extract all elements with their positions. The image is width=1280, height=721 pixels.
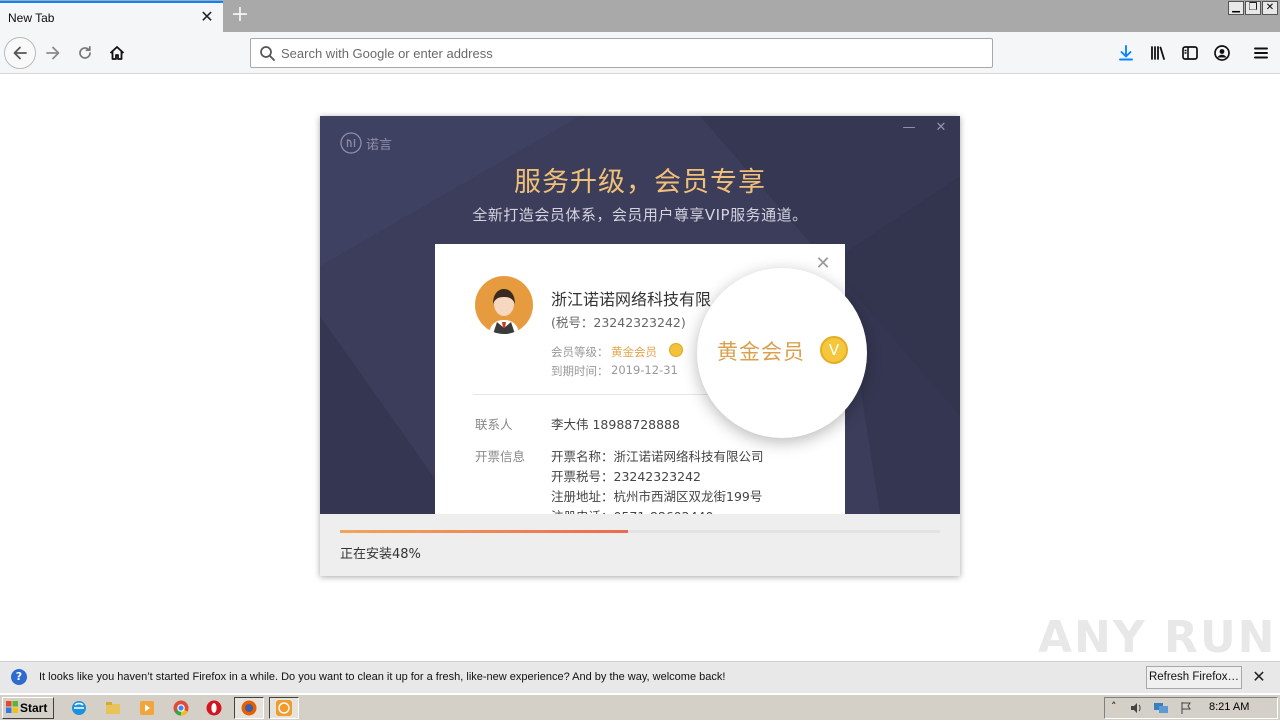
tray-expand-icon[interactable]: ˄	[1111, 700, 1117, 713]
window-minimize-button[interactable]: ▁	[1228, 1, 1244, 15]
home-icon	[109, 46, 125, 60]
nuoyan-logo-icon	[340, 132, 362, 154]
address-bar[interactable]	[250, 38, 993, 68]
download-icon	[1119, 45, 1133, 61]
expire-date-value: 2019-12-31	[611, 363, 678, 377]
media-player-icon[interactable]	[138, 699, 156, 717]
start-button[interactable]: Start	[2, 697, 54, 719]
tab-close-button[interactable]: ✕	[196, 6, 218, 28]
installer-window: 诺言 — ✕ 服务升级，会员专享 全新打造会员体系，会员用户尊享VIP服务通道。…	[320, 116, 960, 576]
chrome-icon[interactable]	[172, 699, 190, 717]
account-button[interactable]	[1206, 37, 1238, 69]
invoice-name: 开票名称：浙江诺诺网络科技有限公司	[551, 449, 764, 464]
menu-button[interactable]	[1245, 37, 1277, 69]
invoice-phone: 注册电话：0571-88602440	[551, 506, 713, 514]
volume-icon[interactable]	[1129, 701, 1143, 715]
refresh-firefox-button[interactable]: Refresh Firefox…	[1146, 666, 1242, 689]
card-close-icon: ✕	[815, 253, 831, 274]
avatar	[475, 276, 533, 334]
opera-icon[interactable]	[205, 699, 223, 717]
menu-icon	[1254, 47, 1268, 59]
member-level-label: 会员等级：	[551, 345, 609, 359]
windows-flag-icon	[6, 701, 18, 713]
member-level-value: 黄金会员	[611, 345, 657, 359]
tab-bar: New Tab ✕ + ▁ ❐ ✕	[0, 0, 1280, 32]
invoice-info-label: 开票信息	[475, 449, 526, 464]
magnifier-bubble: 黄金会员 V	[697, 268, 867, 438]
window-restore-button[interactable]: ❐	[1245, 1, 1261, 15]
tax-number: (税号：23242323242)	[551, 315, 686, 330]
home-button[interactable]	[101, 37, 133, 69]
clock: 8:21 AM	[1209, 701, 1250, 713]
notification-close-button[interactable]: ✕	[1250, 667, 1268, 687]
window-close-button[interactable]: ✕	[1262, 1, 1278, 15]
expire-date-label: 到期时间：	[551, 364, 609, 378]
contact-label: 联系人	[475, 417, 513, 432]
system-tray: ˄ 8:21 AM	[1104, 697, 1278, 719]
internet-explorer-icon[interactable]	[70, 699, 88, 717]
firefox-icon	[241, 700, 257, 716]
action-center-flag-icon[interactable]	[1179, 701, 1193, 715]
bubble-level-text: 黄金会员	[717, 340, 805, 364]
vip-badge-icon	[669, 343, 683, 357]
search-icon	[260, 46, 275, 61]
app-logo-text: 诺言	[366, 137, 393, 153]
installer-close-button[interactable]: ✕	[934, 120, 948, 138]
tab-title: New Tab	[8, 11, 55, 25]
network-icon[interactable]	[1153, 701, 1169, 715]
reload-button[interactable]	[69, 37, 101, 69]
forward-button[interactable]	[37, 37, 69, 69]
nuoyan-app-icon	[276, 700, 292, 716]
taskbar-nuoyan-installer[interactable]	[269, 697, 299, 719]
downloads-button[interactable]	[1110, 37, 1142, 69]
sidebar-button[interactable]	[1174, 37, 1206, 69]
app-logo: 诺言	[340, 132, 392, 154]
invoice-address: 注册地址：杭州市西湖区双龙街199号	[551, 489, 763, 504]
start-label: Start	[20, 701, 48, 715]
taskbar-firefox[interactable]	[234, 697, 264, 719]
search-input[interactable]	[281, 39, 981, 67]
install-progress-bar	[340, 530, 940, 533]
installer-minimize-button[interactable]: —	[902, 120, 916, 138]
navigation-toolbar	[0, 32, 1280, 74]
hero-title: 服务升级，会员专享	[514, 167, 766, 198]
taskbar: Start ˄ 8:21 AM	[0, 694, 1280, 720]
notification-text: It looks like you haven’t started Firefo…	[39, 671, 726, 683]
new-tab-button[interactable]: +	[228, 4, 252, 28]
tab-new-tab[interactable]: New Tab ✕	[0, 1, 223, 32]
contact-value: 李大伟 18988728888	[551, 417, 680, 432]
user-avatar-icon	[489, 289, 519, 334]
company-name: 浙江诺诺网络科技有限	[551, 290, 712, 309]
library-button[interactable]	[1142, 37, 1174, 69]
install-progress-fill	[340, 530, 628, 533]
anyrun-watermark: ANY RUN	[1038, 612, 1277, 663]
account-icon	[1214, 45, 1230, 61]
file-explorer-icon[interactable]	[104, 699, 122, 717]
back-button[interactable]	[4, 37, 36, 69]
hero-subtitle: 全新打造会员体系，会员用户尊享VIP服务通道。	[472, 206, 808, 224]
installer-hero-banner: 诺言 — ✕ 服务升级，会员专享 全新打造会员体系，会员用户尊享VIP服务通道。…	[320, 116, 960, 514]
library-icon	[1151, 46, 1165, 60]
reload-icon	[79, 45, 91, 59]
help-icon: ?	[11, 669, 27, 685]
sidebar-icon	[1182, 46, 1198, 60]
forward-arrow-icon	[46, 46, 60, 60]
invoice-tax-number: 开票税号：23242323242	[551, 469, 701, 484]
notification-bar: ? It looks like you haven’t started Fire…	[0, 661, 1280, 693]
vip-badge-large-icon: V	[820, 336, 848, 364]
back-arrow-icon	[13, 46, 27, 60]
install-progress-text: 正在安装48%	[340, 547, 421, 562]
